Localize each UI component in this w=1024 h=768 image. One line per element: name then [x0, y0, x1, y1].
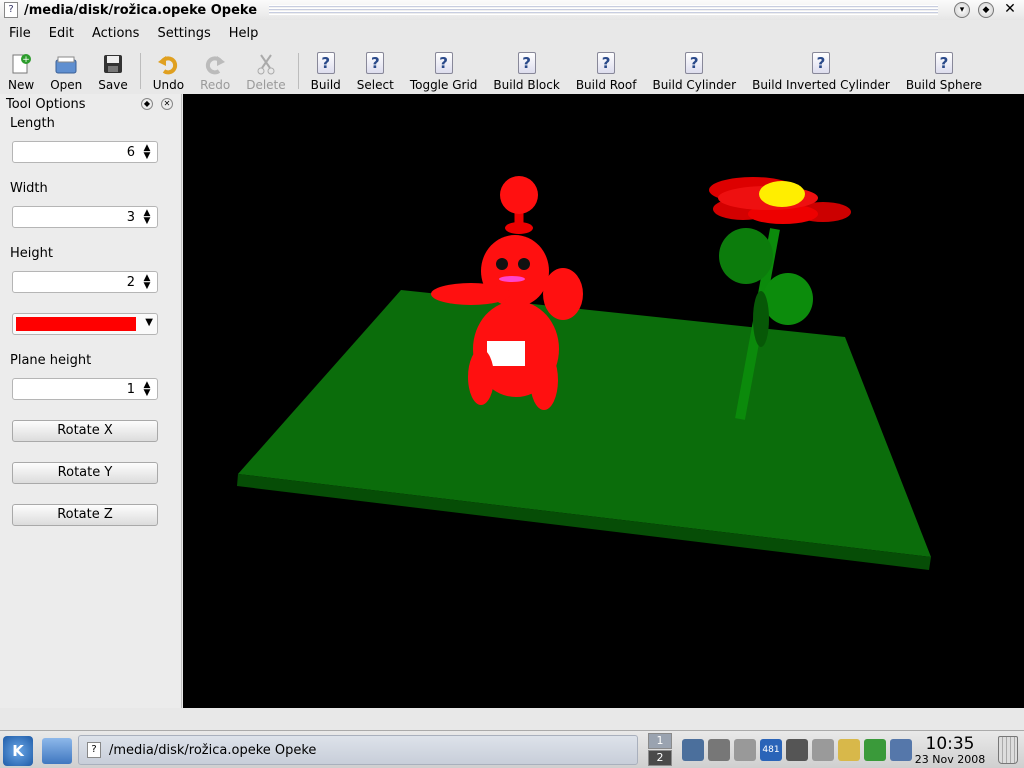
new-button[interactable]: + New [0, 50, 42, 92]
dock-header: Tool Options ◆ ✕ [0, 94, 181, 114]
notification-badge-icon[interactable]: 481 [760, 739, 782, 761]
build-block-button[interactable]: ? Build Block [485, 50, 567, 92]
menu-actions[interactable]: Actions [83, 26, 149, 41]
spin-arrows-icon[interactable]: ▲ ▼ [141, 144, 153, 161]
desktop-2[interactable]: 2 [648, 750, 672, 766]
clock-date: 23 Nov 2008 [914, 753, 986, 766]
task-title: /media/disk/rožica.opeke Opeke [109, 742, 317, 758]
spin-arrows-icon[interactable]: ▲ ▼ [141, 209, 153, 226]
menu-help[interactable]: Help [220, 26, 268, 41]
scissors-icon [254, 52, 278, 76]
rotate-z-button[interactable]: Rotate Z [12, 504, 158, 526]
volume-icon[interactable] [708, 739, 730, 761]
document-question-icon: ? [87, 742, 101, 758]
save-disk-icon [101, 52, 125, 76]
system-tray: 481 [682, 739, 916, 761]
dock-title: Tool Options [6, 96, 86, 112]
rotate-x-button[interactable]: Rotate X [12, 420, 158, 442]
length-label: Length [10, 116, 55, 131]
menu-file[interactable]: File [0, 26, 40, 41]
build-inverted-cylinder-button[interactable]: ? Build Inverted Cylinder [744, 50, 898, 92]
maximize-button[interactable]: ◆ [978, 2, 994, 18]
build-button[interactable]: ? Build [303, 50, 349, 92]
length-spinbox[interactable]: 6 ▲ ▼ [12, 141, 158, 163]
notes-icon[interactable] [838, 739, 860, 761]
title-bar-decoration [269, 5, 938, 15]
desktop-pager: 1 2 [648, 733, 672, 767]
toggle-grid-button[interactable]: ? Toggle Grid [402, 50, 486, 92]
rotate-y-button[interactable]: Rotate Y [12, 462, 158, 484]
taskbar: K ? /media/disk/rožica.opeke Opeke 1 2 4… [0, 730, 1024, 768]
battery-icon[interactable] [864, 739, 886, 761]
unknown-action-icon: ? [934, 52, 953, 74]
unknown-action-icon: ? [517, 52, 536, 74]
redo-arrow-icon [203, 52, 227, 76]
unknown-action-icon: ? [811, 52, 830, 74]
menu-edit[interactable]: Edit [40, 26, 83, 41]
clock-time: 10:35 [925, 734, 975, 754]
title-bar[interactable]: ? /media/disk/rožica.opeke Opeke ▾ ◆ ✕ [0, 0, 1024, 20]
menu-settings[interactable]: Settings [148, 26, 219, 41]
open-folder-icon [54, 52, 78, 76]
desktop-1[interactable]: 1 [648, 733, 672, 749]
window-title: /media/disk/rožica.opeke Opeke [24, 2, 258, 18]
width-value: 3 [126, 209, 135, 225]
app-icon[interactable]: ? [4, 2, 18, 18]
delete-button[interactable]: Delete [238, 50, 293, 92]
ground-plane [237, 290, 931, 570]
display-icon[interactable] [786, 739, 808, 761]
taskbar-window-entry[interactable]: ? /media/disk/rožica.opeke Opeke [78, 735, 638, 765]
unknown-action-icon: ? [685, 52, 704, 74]
close-button[interactable]: ✕ [1002, 2, 1018, 18]
clipboard-icon[interactable] [734, 739, 756, 761]
network-icon[interactable] [682, 739, 704, 761]
color-swatch [16, 317, 136, 331]
3d-viewport[interactable] [183, 94, 1024, 708]
scene-canvas[interactable] [183, 94, 1024, 708]
plane-height-spinbox[interactable]: 1 ▲ ▼ [12, 378, 158, 400]
undo-arrow-icon [156, 52, 180, 76]
toolbar: + New Open Save Undo Redo Delete ? Build… [0, 48, 1024, 92]
build-cylinder-button[interactable]: ? Build Cylinder [644, 50, 744, 92]
dock-close-button[interactable]: ✕ [161, 98, 173, 110]
undo-button[interactable]: Undo [145, 50, 192, 92]
menu-bar: File Edit Actions Settings Help [0, 22, 1024, 44]
unknown-action-icon: ? [597, 52, 616, 74]
unknown-action-icon: ? [434, 52, 453, 74]
toolbar-separator [139, 53, 141, 89]
tool-options-dock: Tool Options ◆ ✕ Length 6 ▲ ▼ Width 3 ▲ ▼ … [0, 94, 182, 708]
build-roof-button[interactable]: ? Build Roof [568, 50, 645, 92]
spin-arrows-icon[interactable]: ▲ ▼ [141, 381, 153, 398]
redo-button[interactable]: Redo [192, 50, 238, 92]
chevron-down-icon[interactable]: ▼ [145, 317, 153, 328]
width-spinbox[interactable]: 3 ▲ ▼ [12, 206, 158, 228]
save-button[interactable]: Save [90, 50, 135, 92]
kde-menu-button[interactable]: K [3, 736, 33, 766]
plane-height-value: 1 [126, 381, 135, 397]
length-value: 6 [126, 144, 135, 160]
height-value: 2 [126, 274, 135, 290]
unknown-action-icon: ? [366, 52, 385, 74]
dock-float-button[interactable]: ◆ [141, 98, 153, 110]
color-combo[interactable]: ▼ [12, 313, 158, 335]
height-spinbox[interactable]: 2 ▲ ▼ [12, 271, 158, 293]
width-label: Width [10, 181, 48, 196]
unknown-action-icon: ? [316, 52, 335, 74]
desktop-icon[interactable] [890, 739, 912, 761]
home-folder-icon[interactable] [42, 738, 72, 764]
trash-icon[interactable] [998, 736, 1018, 764]
build-sphere-button[interactable]: ? Build Sphere [898, 50, 990, 92]
new-document-icon: + [9, 52, 33, 76]
svg-text:+: + [22, 55, 30, 65]
clock[interactable]: 10:35 23 Nov 2008 [912, 735, 988, 766]
plane-height-label: Plane height [10, 353, 92, 368]
spin-arrows-icon[interactable]: ▲ ▼ [141, 274, 153, 291]
toolbar-separator [297, 53, 299, 89]
document-icon[interactable] [812, 739, 834, 761]
height-label: Height [10, 246, 53, 261]
open-button[interactable]: Open [42, 50, 90, 92]
select-button[interactable]: ? Select [349, 50, 402, 92]
minimize-button[interactable]: ▾ [954, 2, 970, 18]
